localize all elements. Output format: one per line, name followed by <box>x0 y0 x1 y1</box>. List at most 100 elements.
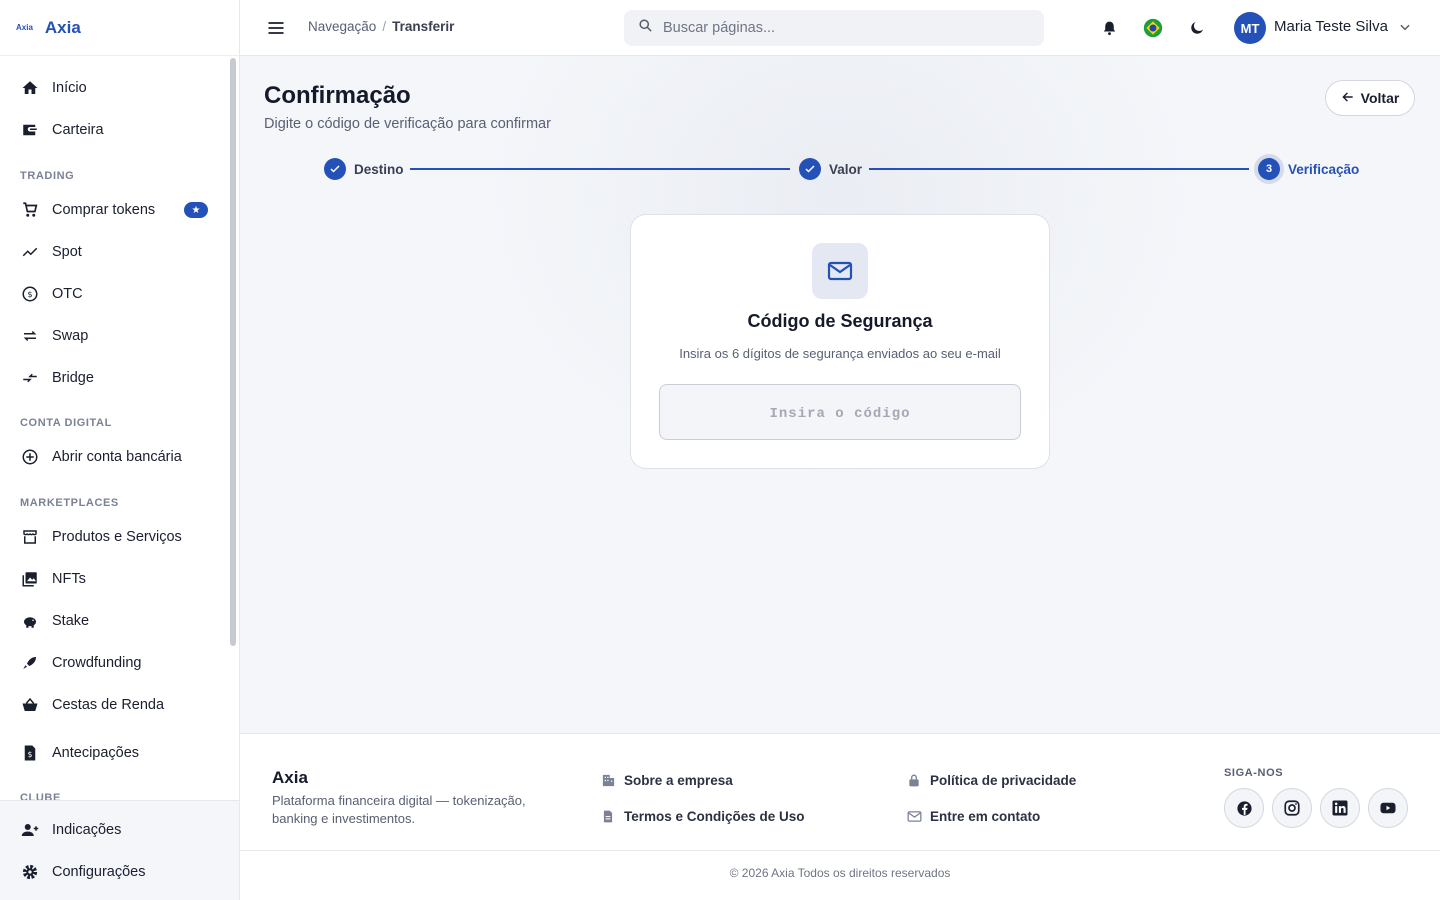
sidebar-item-antecipacoes[interactable]: $ Antecipações <box>0 732 228 774</box>
footer-link-privacidade[interactable]: Política de privacidade <box>906 772 1076 788</box>
lock-icon <box>906 772 922 788</box>
piggy-bank-icon <box>20 611 40 631</box>
footer-link-label: Entre em contato <box>930 808 1041 824</box>
home-icon <box>20 78 40 98</box>
gear-icon <box>20 862 40 882</box>
step-number-3: 3 <box>1258 158 1280 180</box>
user-name[interactable]: Maria Teste Silva <box>1274 18 1388 35</box>
back-button-label: Voltar <box>1360 90 1400 106</box>
back-button[interactable]: Voltar <box>1325 80 1415 116</box>
image-icon <box>20 569 40 589</box>
sidebar-item-label: OTC <box>52 286 83 302</box>
linkedin-icon[interactable] <box>1320 788 1360 828</box>
section-title-clube: CLUBE <box>20 792 61 800</box>
sidebar-item-label: NFTs <box>52 571 86 587</box>
section-title-trading: TRADING <box>20 170 75 182</box>
main-content: Confirmação Digite o código de verificaç… <box>240 56 1440 734</box>
brand-name: Axia <box>44 17 81 37</box>
person-add-icon <box>20 820 40 840</box>
sidebar-item-label: Stake <box>52 613 90 629</box>
search-icon <box>638 18 653 38</box>
sidebar-item-stake[interactable]: Stake <box>0 600 228 642</box>
sidebar-item-configuracoes[interactable]: Configurações <box>0 851 228 893</box>
sidebar-item-cestas[interactable]: Cestas de Renda <box>0 684 228 726</box>
sidebar-item-comprar-tokens[interactable]: Comprar tokens ★ <box>0 189 228 231</box>
footer-link-contato[interactable]: Entre em contato <box>906 808 1040 824</box>
chevron-down-icon[interactable] <box>1398 20 1412 39</box>
sidebar-item-label: Crowdfunding <box>52 655 142 671</box>
svg-text:$: $ <box>27 289 32 299</box>
footer-link-termos[interactable]: Termos e Condições de Uso <box>600 808 805 824</box>
breadcrumb-current: Transferir <box>392 19 455 34</box>
bell-icon[interactable] <box>1099 18 1119 38</box>
brazil-flag-icon[interactable] <box>1143 18 1163 38</box>
section-title-conta-digital: CONTA DIGITAL <box>20 417 112 429</box>
footer-link-label: Sobre a empresa <box>624 772 733 788</box>
sidebar-item-bridge[interactable]: Bridge <box>0 357 228 399</box>
swap-icon <box>20 326 40 346</box>
brand-logo: Axia <box>16 23 33 32</box>
avatar[interactable]: MT <box>1234 12 1266 44</box>
footer-description: Plataforma financeira digital — tokeniza… <box>272 793 526 826</box>
menu-icon[interactable] <box>266 18 286 38</box>
security-code-input[interactable] <box>659 384 1021 440</box>
svg-text:$: $ <box>28 750 33 759</box>
sidebar-item-indicacoes[interactable]: Indicações <box>0 809 228 851</box>
facebook-icon[interactable] <box>1224 788 1264 828</box>
sidebar-item-abrir-conta[interactable]: Abrir conta bancária <box>0 436 228 478</box>
sidebar: Axia Axia Início Carteira TRADING Compra… <box>0 0 240 900</box>
moon-icon[interactable] <box>1187 18 1207 38</box>
cart-icon <box>20 200 40 220</box>
footer-brand: Axia <box>272 768 308 787</box>
stepper: Destino Valor 3 Verificação <box>264 152 1414 186</box>
footer-divider <box>240 850 1440 851</box>
search-input[interactable] <box>663 20 1023 36</box>
copyright: © 2026 Axia Todos os direitos reservados <box>729 866 951 880</box>
sidebar-item-label: Bridge <box>52 370 94 386</box>
chart-line-icon <box>20 242 40 262</box>
sidebar-item-inicio[interactable]: Início <box>0 67 228 109</box>
footer: Axia Plataforma financeira digital — tok… <box>240 733 1440 900</box>
sidebar-item-label: Produtos e Serviços <box>52 529 182 545</box>
search-box[interactable] <box>624 10 1044 46</box>
breadcrumb-separator: / <box>382 19 387 34</box>
mail-icon <box>906 808 922 824</box>
store-icon <box>20 527 40 547</box>
page-title: Confirmação <box>264 82 411 109</box>
sidebar-item-spot[interactable]: Spot <box>0 231 228 273</box>
sidebar-item-produtos[interactable]: Produtos e Serviços <box>0 516 228 558</box>
step-connector <box>410 168 790 170</box>
footer-link-label: Política de privacidade <box>930 772 1077 788</box>
bridge-icon <box>20 368 40 388</box>
star-badge-icon: ★ <box>184 202 208 218</box>
sidebar-item-label: Indicações <box>52 822 122 838</box>
footer-link-sobre[interactable]: Sobre a empresa <box>600 772 733 788</box>
sidebar-item-swap[interactable]: Swap <box>0 315 228 357</box>
follow-title: SIGA-NOS <box>1224 767 1284 779</box>
check-icon <box>799 158 821 180</box>
breadcrumb: Navegação / Transferir <box>308 19 454 34</box>
section-title-marketplaces: MARKETPLACES <box>20 497 119 509</box>
sidebar-item-nfts[interactable]: NFTs <box>0 558 228 600</box>
sidebar-item-label: Carteira <box>52 122 104 138</box>
sidebar-item-crowdfunding[interactable]: Crowdfunding <box>0 642 228 684</box>
sidebar-scrollbar[interactable] <box>230 58 236 646</box>
sidebar-item-label: Swap <box>52 328 89 344</box>
sidebar-item-label: Spot <box>52 244 82 260</box>
youtube-icon[interactable] <box>1368 788 1408 828</box>
check-icon <box>324 158 346 180</box>
brand[interactable]: Axia Axia <box>0 0 239 56</box>
step-connector <box>869 168 1249 170</box>
plus-circle-icon <box>20 447 40 467</box>
sidebar-item-label: Cestas de Renda <box>52 697 165 713</box>
sidebar-item-label: Antecipações <box>52 745 140 761</box>
sidebar-nav: Início Carteira TRADING Comprar tokens ★… <box>0 56 228 800</box>
wallet-icon <box>20 120 40 140</box>
sidebar-item-otc[interactable]: $ OTC <box>0 273 228 315</box>
step-label-verificacao: Verificação <box>1288 162 1360 177</box>
instagram-icon[interactable] <box>1272 788 1312 828</box>
currency-exchange-icon: $ <box>20 284 40 304</box>
sidebar-item-carteira[interactable]: Carteira <box>0 109 228 151</box>
breadcrumb-item[interactable]: Navegação <box>308 19 376 34</box>
step-label-destino: Destino <box>354 162 404 177</box>
